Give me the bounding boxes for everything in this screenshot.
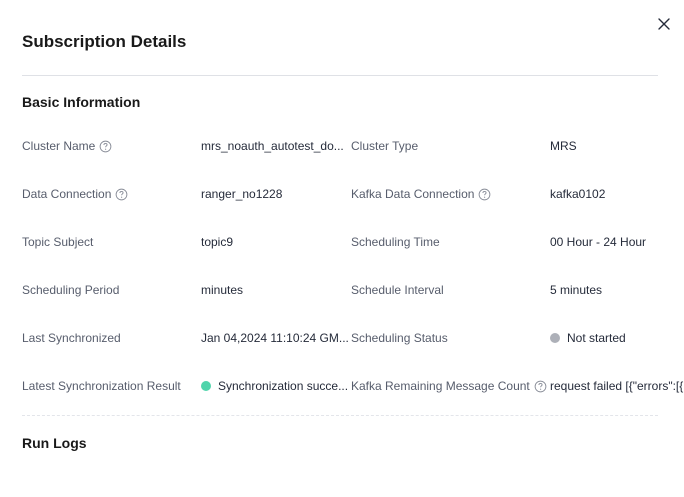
kafka-data-connection-value: kafka0102 xyxy=(550,187,606,201)
success-dot-icon xyxy=(201,381,211,391)
section-title-basic-information: Basic Information xyxy=(22,94,141,110)
scheduling-status-text: Not started xyxy=(567,331,626,345)
cluster-type-label: Cluster Type xyxy=(351,139,419,153)
help-icon[interactable] xyxy=(478,188,491,201)
status-dot-icon xyxy=(550,333,560,343)
data-connection-value: ranger_no1228 xyxy=(201,187,283,201)
info-row-schedule: Scheduling Period minutes Schedule Inter… xyxy=(0,280,684,300)
cluster-type-value: MRS xyxy=(550,139,577,153)
help-icon[interactable] xyxy=(115,188,128,201)
scheduling-status-label: Scheduling Status xyxy=(351,331,448,345)
scheduling-time-value: 00 Hour - 24 Hour xyxy=(550,235,647,249)
latest-sync-result-label: Latest Synchronization Result xyxy=(22,379,181,393)
scheduling-status-value: Not started xyxy=(550,328,684,348)
info-row-result: Latest Synchronization Result Synchroniz… xyxy=(0,376,684,396)
info-row-sync: Last Synchronized Jan 04,2024 11:10:24 G… xyxy=(0,328,684,348)
kafka-remaining-count-label: Kafka Remaining Message Count xyxy=(351,376,547,396)
scheduling-period-label: Scheduling Period xyxy=(22,283,120,297)
section-divider xyxy=(22,415,658,416)
subscription-details-dialog: Subscription Details Basic Information C… xyxy=(0,0,684,497)
info-row-topic: Topic Subject topic9 Scheduling Time 00 … xyxy=(0,232,684,252)
data-connection-label-text: Data Connection xyxy=(22,187,112,201)
kafka-remaining-count-label-text: Kafka Remaining Message Count xyxy=(351,379,530,393)
cluster-name-value: mrs_noauth_autotest_do... xyxy=(201,139,344,153)
kafka-data-connection-label-text: Kafka Data Connection xyxy=(351,187,475,201)
kafka-remaining-count-value: request failed [{"errors":[{ xyxy=(550,379,684,393)
info-row-cluster: Cluster Name mrs_noauth_autotest_do... C… xyxy=(0,136,684,156)
topic-subject-label: Topic Subject xyxy=(22,235,94,249)
schedule-interval-label: Schedule Interval xyxy=(351,283,444,297)
help-icon[interactable] xyxy=(534,380,547,393)
last-synchronized-label: Last Synchronized xyxy=(22,331,121,345)
section-title-run-logs: Run Logs xyxy=(22,435,87,451)
cluster-name-label-text: Cluster Name xyxy=(22,139,96,153)
kafka-data-connection-label: Kafka Data Connection xyxy=(351,184,491,204)
cluster-name-label: Cluster Name xyxy=(22,136,112,156)
close-icon[interactable] xyxy=(654,14,674,34)
scheduling-period-value: minutes xyxy=(201,283,244,297)
scheduling-time-label: Scheduling Time xyxy=(351,235,440,249)
latest-sync-result-text: Synchronization succe... xyxy=(218,379,349,393)
help-icon[interactable] xyxy=(99,140,112,153)
dialog-title: Subscription Details xyxy=(22,32,187,51)
data-connection-label: Data Connection xyxy=(22,184,128,204)
latest-sync-result-value: Synchronization succe... xyxy=(201,376,350,396)
schedule-interval-value: 5 minutes xyxy=(550,283,603,297)
info-row-connection: Data Connection ranger_no1228 Kafka Data… xyxy=(0,184,684,204)
topic-subject-value: topic9 xyxy=(201,235,234,249)
last-synchronized-value: Jan 04,2024 11:10:24 GM... xyxy=(201,331,349,345)
header-divider xyxy=(22,75,658,76)
